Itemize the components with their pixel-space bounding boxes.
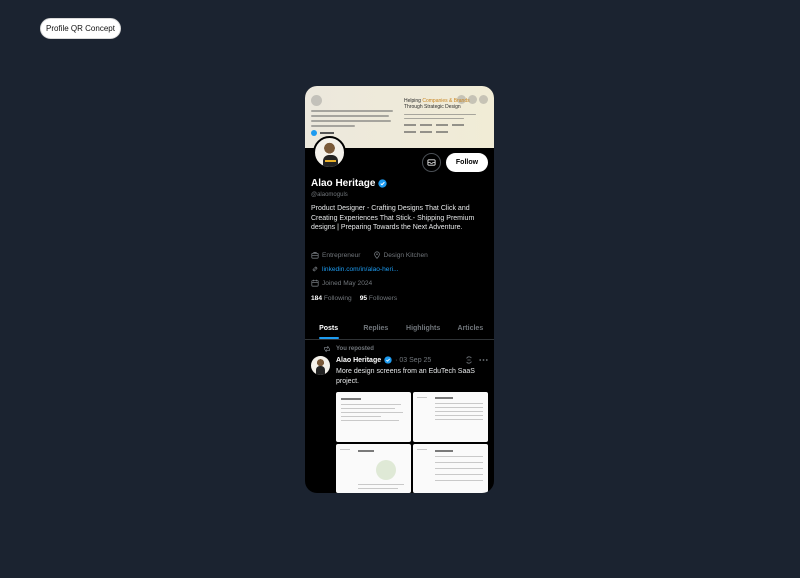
repost-label: You reposted	[336, 346, 374, 352]
joined-text: Joined May 2024	[322, 279, 373, 287]
post-image[interactable]	[336, 392, 411, 442]
follow-stats: 184 Following 95 Followers	[311, 295, 397, 302]
profile-qr-concept-label[interactable]: Profile QR Concept	[40, 18, 121, 39]
message-button[interactable]	[422, 153, 441, 172]
profile-handle: @alaomoguls	[311, 192, 348, 198]
profile-joined-row: Joined May 2024	[311, 279, 372, 287]
post-image[interactable]	[413, 392, 488, 442]
post-media-grid	[336, 392, 488, 493]
profile-bio: Product Designer - Crafting Designs That…	[311, 205, 475, 232]
link-icon	[312, 266, 318, 272]
profile-name: Alao Heritage	[311, 178, 388, 189]
location-pin-icon	[373, 251, 380, 259]
following-stat[interactable]: 184 Following	[311, 295, 352, 302]
profile-website-row: linkedin.com/in/alao-heri...	[311, 265, 399, 273]
post-image[interactable]	[413, 443, 488, 493]
post-text: More design screens from an EduTech SaaS…	[336, 368, 475, 385]
tab-posts[interactable]: Posts	[305, 318, 352, 339]
repost-indicator: You reposted	[323, 345, 374, 353]
envelope-icon	[427, 159, 436, 166]
tab-highlights[interactable]: Highlights	[400, 318, 447, 339]
banner-headline: Helping Companies & Brands Through Strat…	[404, 98, 488, 133]
back-icon[interactable]	[311, 95, 322, 106]
post-date: · 03 Sep 25	[395, 356, 432, 364]
website-link[interactable]: linkedin.com/in/alao-heri...	[322, 266, 399, 273]
location-text: Design Kitchen	[383, 251, 428, 259]
banner-testimonial	[311, 110, 395, 136]
post-actions	[465, 356, 488, 364]
profile-avatar[interactable]	[313, 136, 346, 169]
follow-button[interactable]: Follow	[446, 153, 488, 172]
verified-badge-icon	[384, 356, 392, 364]
profile-meta-row: Entrepreneur Design Kitchen	[311, 251, 428, 259]
tab-articles[interactable]: Articles	[447, 318, 494, 339]
profile-name-text: Alao Heritage	[311, 178, 376, 189]
verified-badge-icon	[378, 179, 388, 188]
post-image[interactable]	[336, 443, 411, 493]
briefcase-icon	[311, 252, 319, 259]
phone-frame: Helping Companies & Brands Through Strat…	[305, 86, 494, 493]
post-avatar[interactable]	[311, 356, 330, 375]
repost-icon	[324, 345, 330, 353]
more-icon[interactable]	[479, 358, 488, 362]
grok-icon[interactable]	[465, 356, 473, 364]
profile-tabs: Posts Replies Highlights Articles	[305, 318, 494, 340]
calendar-icon	[311, 279, 319, 287]
followers-stat[interactable]: 95 Followers	[360, 295, 397, 302]
post-header: Alao Heritage · 03 Sep 25	[336, 356, 431, 364]
occupation-text: Entrepreneur	[322, 251, 361, 259]
post-author[interactable]: Alao Heritage	[336, 357, 381, 364]
tab-replies[interactable]: Replies	[352, 318, 399, 339]
